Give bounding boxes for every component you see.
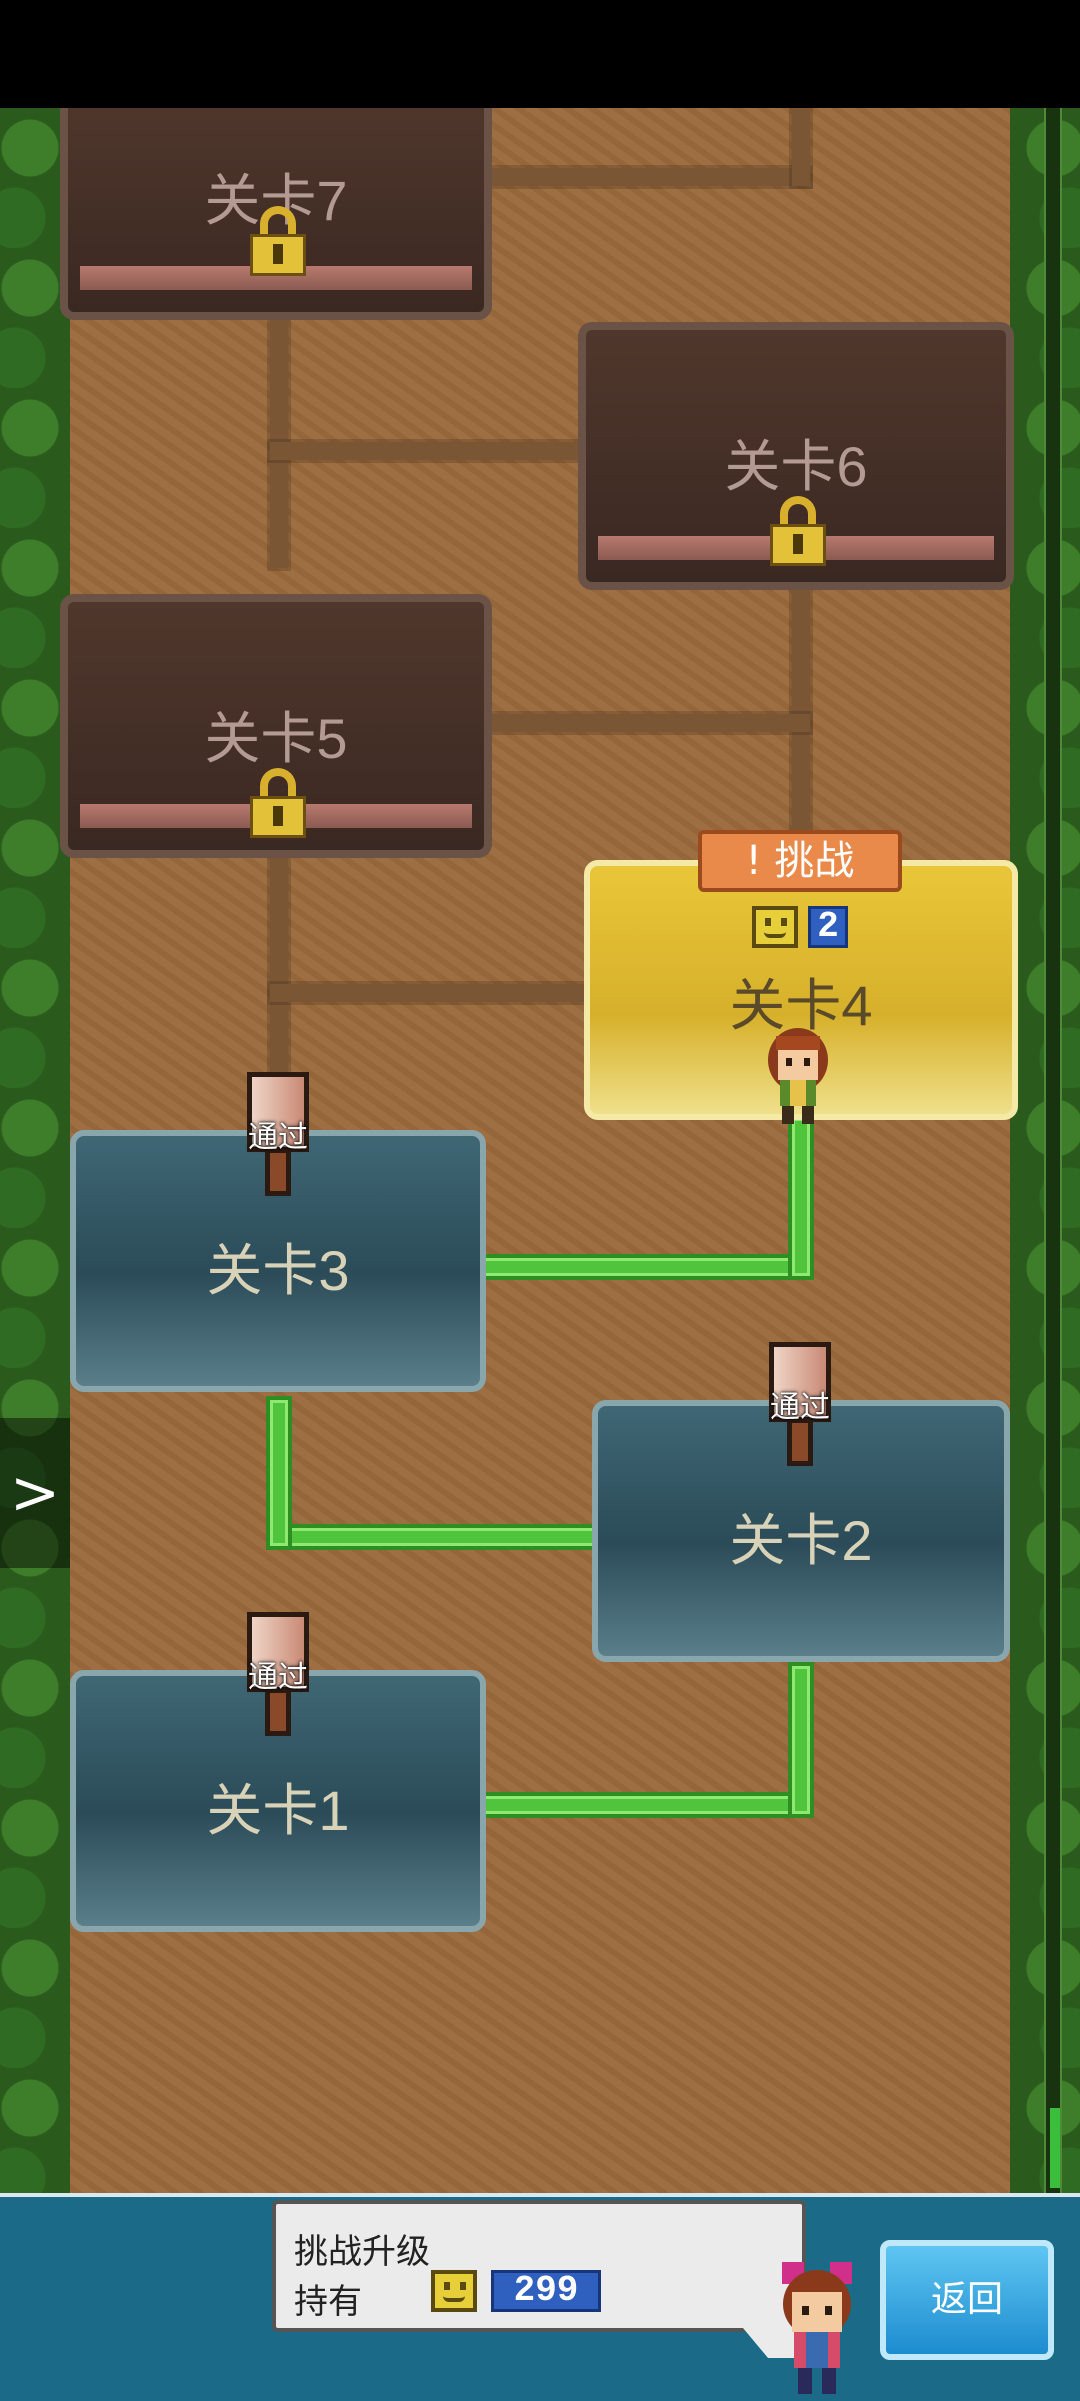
path-3-4-h [480,1258,810,1276]
upgrade-title: 挑战升级 [294,2232,430,2272]
lock-icon [250,768,306,838]
guide-character [782,2262,852,2394]
pass-label: 通过 [248,1120,308,1155]
stage-5-label: 关卡5 [204,707,348,770]
arrow-right-icon[interactable]: > [0,1418,70,1568]
path-4-5-h [270,984,590,1002]
stage-1-label: 关卡1 [206,1779,350,1842]
pass-flag-icon: 通过 [243,1612,313,1736]
pass-label: 通过 [248,1660,308,1695]
path-5-6-v1 [270,288,288,568]
stage-3-label: 关卡3 [206,1239,350,1302]
stage-6-label: 关卡6 [724,435,868,498]
stage-6-card[interactable]: 关卡6 [578,322,1014,590]
pass-flag-icon: 通过 [765,1342,835,1466]
lock-icon [770,496,826,566]
status-bar-area [0,0,1080,108]
held-label: 持有 [294,2282,362,2322]
forest-left [0,108,70,2193]
path-4-5-v [270,858,288,1108]
stage-2-label: 关卡2 [729,1509,873,1572]
path-1-2-h [480,1796,810,1814]
path-3-4-v [792,1118,810,1276]
pass-label: 通过 [770,1390,830,1425]
stage-5-card[interactable]: 关卡5 [60,594,492,858]
stage-7-card[interactable]: 关卡7 [60,108,492,320]
map-scroll-thumb[interactable] [1050,2108,1060,2188]
back-button[interactable]: 返回 [880,2240,1054,2360]
path-1-2-v [792,1666,810,1814]
stage-map[interactable]: 关卡7 关卡6 关卡5 关卡4 ! 挑战 2 关卡3 通过 关卡2 通过 关卡1… [0,108,1080,2193]
challenge-tag: ! 挑战 [698,830,902,892]
path-6-7-v [792,108,810,186]
smiley-token-icon [431,2270,477,2312]
player-character [768,1028,828,1124]
pass-flag-icon: 通过 [243,1072,313,1196]
upgrade-speech-bubble: 挑战升级 持有 299 [272,2200,806,2332]
map-scrollbar[interactable] [1044,108,1062,2193]
path-2-3-v [270,1400,288,1546]
path-6-7-h [490,168,810,186]
smiley-token-icon [752,906,798,948]
path-5-6-v2 [792,582,810,844]
path-5-6-h2 [490,714,810,732]
lock-icon [250,206,306,276]
held-token-count: 299 [491,2270,601,2312]
required-token-count: 2 [808,906,848,948]
path-2-3-h [270,1528,600,1546]
path-5-6-h [270,442,590,460]
